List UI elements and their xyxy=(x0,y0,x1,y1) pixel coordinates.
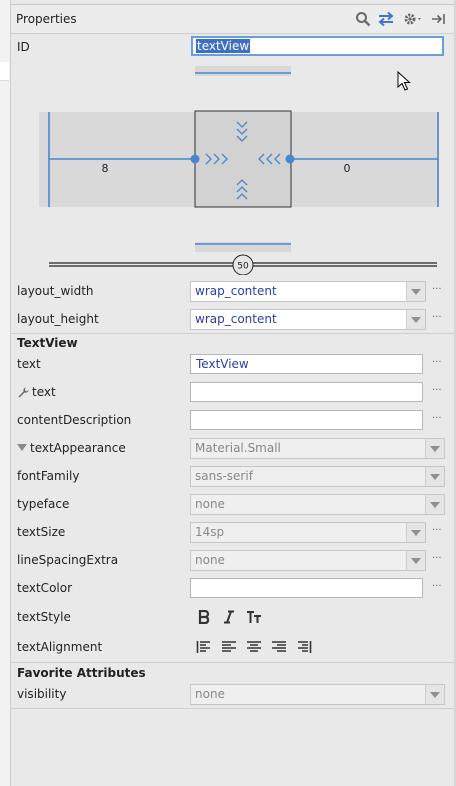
font-family-value: sans-serif xyxy=(195,469,253,483)
chevron-down-icon[interactable] xyxy=(425,467,444,486)
align-center-icon[interactable] xyxy=(243,637,265,657)
properties-panel: Properties ID textView 8 0 50 layout_wid… xyxy=(11,0,454,786)
layout-height-dropdown[interactable]: wrap_content xyxy=(190,309,426,330)
content-description-more-button[interactable]: ··· xyxy=(432,413,442,424)
text-alignment-row: textAlignment xyxy=(11,635,454,659)
content-description-input[interactable] xyxy=(190,410,423,430)
typeface-row: typeface none xyxy=(11,492,454,516)
constraint-widget: 8 0 50 xyxy=(39,66,439,275)
text-appearance-dropdown[interactable]: Material.Small xyxy=(190,438,445,459)
text-row: text TextView ··· xyxy=(11,352,454,376)
id-label: ID xyxy=(17,40,30,54)
layout-width-more-button[interactable]: ··· xyxy=(432,284,442,295)
text-size-value: 14sp xyxy=(195,525,225,539)
left-gutter xyxy=(0,0,11,786)
text-appearance-label: textAppearance xyxy=(30,441,126,455)
wrench-icon xyxy=(18,387,29,398)
right-anchor-dot xyxy=(285,154,295,164)
layout-height-value: wrap_content xyxy=(195,312,277,326)
id-input[interactable]: textView xyxy=(191,36,444,56)
left-margin-value: 8 xyxy=(102,162,109,175)
line-spacing-row: lineSpacingExtra none ··· xyxy=(11,548,454,572)
text-size-label: textSize xyxy=(17,525,66,539)
gutter-marker xyxy=(0,62,9,81)
text-alignment-label: textAlignment xyxy=(17,640,103,654)
chevron-down-icon[interactable] xyxy=(406,523,425,542)
content-description-label: contentDescription xyxy=(17,413,132,427)
visibility-label: visibility xyxy=(17,687,67,701)
bold-icon[interactable] xyxy=(193,607,215,627)
text-size-row: textSize 14sp ··· xyxy=(11,520,454,544)
font-family-dropdown[interactable]: sans-serif xyxy=(190,466,445,487)
font-family-row: fontFamily sans-serif xyxy=(11,464,454,488)
line-spacing-more-button[interactable]: ··· xyxy=(432,553,442,564)
properties-header: Properties xyxy=(11,4,454,34)
layout-width-dropdown[interactable]: wrap_content xyxy=(190,281,426,302)
align-end-icon[interactable] xyxy=(293,637,315,657)
chevron-down-icon[interactable] xyxy=(406,282,425,301)
layout-height-row: layout_height wrap_content ··· xyxy=(11,307,454,331)
text-size-more-button[interactable]: ··· xyxy=(432,525,442,536)
chevron-down-icon[interactable] xyxy=(406,551,425,570)
text-appearance-value: Material.Small xyxy=(195,441,281,455)
chevron-down-icon[interactable] xyxy=(425,495,444,514)
panel-title: Properties xyxy=(16,12,77,26)
align-left-icon[interactable] xyxy=(218,637,240,657)
favorites-section-title: Favorite Attributes xyxy=(17,666,146,680)
text-label: text xyxy=(17,357,41,371)
typeface-dropdown[interactable]: none xyxy=(190,494,445,515)
text-color-input[interactable] xyxy=(190,578,423,598)
italic-icon[interactable] xyxy=(218,607,240,627)
expand-triangle-icon[interactable] xyxy=(17,444,27,452)
text-style-label: textStyle xyxy=(17,610,71,624)
chevron-down-icon[interactable] xyxy=(425,685,444,704)
tools-text-label: text xyxy=(32,385,56,399)
visibility-dropdown[interactable]: none xyxy=(190,684,445,705)
layout-width-row: layout_width wrap_content ··· xyxy=(11,279,454,303)
text-input[interactable]: TextView xyxy=(190,354,423,374)
layout-height-label: layout_height xyxy=(17,312,99,326)
text-size-dropdown[interactable]: 14sp xyxy=(190,522,426,543)
section-divider xyxy=(11,333,454,334)
hide-panel-icon[interactable] xyxy=(430,10,448,28)
font-family-label: fontFamily xyxy=(17,469,80,483)
content-description-row: contentDescription ··· xyxy=(11,408,454,432)
text-appearance-row: textAppearance Material.Small xyxy=(11,436,454,460)
all-caps-icon[interactable] xyxy=(243,607,265,627)
typeface-value: none xyxy=(195,497,225,511)
left-anchor-dot xyxy=(190,154,200,164)
swap-arrows-icon[interactable] xyxy=(377,10,395,28)
typeface-label: typeface xyxy=(17,497,70,511)
top-margin-track xyxy=(195,66,291,76)
id-value: textView xyxy=(196,39,251,53)
layout-width-label: layout_width xyxy=(17,284,94,298)
align-start-icon[interactable] xyxy=(193,637,215,657)
tools-text-row: text ··· xyxy=(11,380,454,404)
line-spacing-label: lineSpacingExtra xyxy=(17,553,119,567)
tools-text-more-button[interactable]: ··· xyxy=(432,385,442,396)
tools-text-input[interactable] xyxy=(190,382,423,402)
line-spacing-value: none xyxy=(195,553,225,567)
right-margin-value: 0 xyxy=(344,162,351,175)
visibility-value: none xyxy=(195,687,225,701)
text-style-row: textStyle xyxy=(11,605,454,629)
text-color-label: textColor xyxy=(17,581,73,595)
layout-height-more-button[interactable]: ··· xyxy=(432,312,442,323)
mouse-cursor-icon xyxy=(397,71,411,91)
chevron-down-icon[interactable] xyxy=(406,310,425,329)
layout-width-value: wrap_content xyxy=(195,284,277,298)
bias-value: 50 xyxy=(237,262,249,272)
visibility-row: visibility none xyxy=(11,682,454,706)
chevron-down-icon[interactable] xyxy=(425,439,444,458)
line-spacing-dropdown[interactable]: none xyxy=(190,550,426,571)
search-icon[interactable] xyxy=(354,10,372,28)
textview-section-title: TextView xyxy=(17,336,78,350)
text-more-button[interactable]: ··· xyxy=(432,357,442,368)
gear-icon[interactable] xyxy=(402,10,426,28)
align-right-icon[interactable] xyxy=(268,637,290,657)
section-divider xyxy=(11,708,454,709)
text-color-more-button[interactable]: ··· xyxy=(432,581,442,592)
text-color-row: textColor ··· xyxy=(11,576,454,600)
section-divider xyxy=(11,662,454,663)
